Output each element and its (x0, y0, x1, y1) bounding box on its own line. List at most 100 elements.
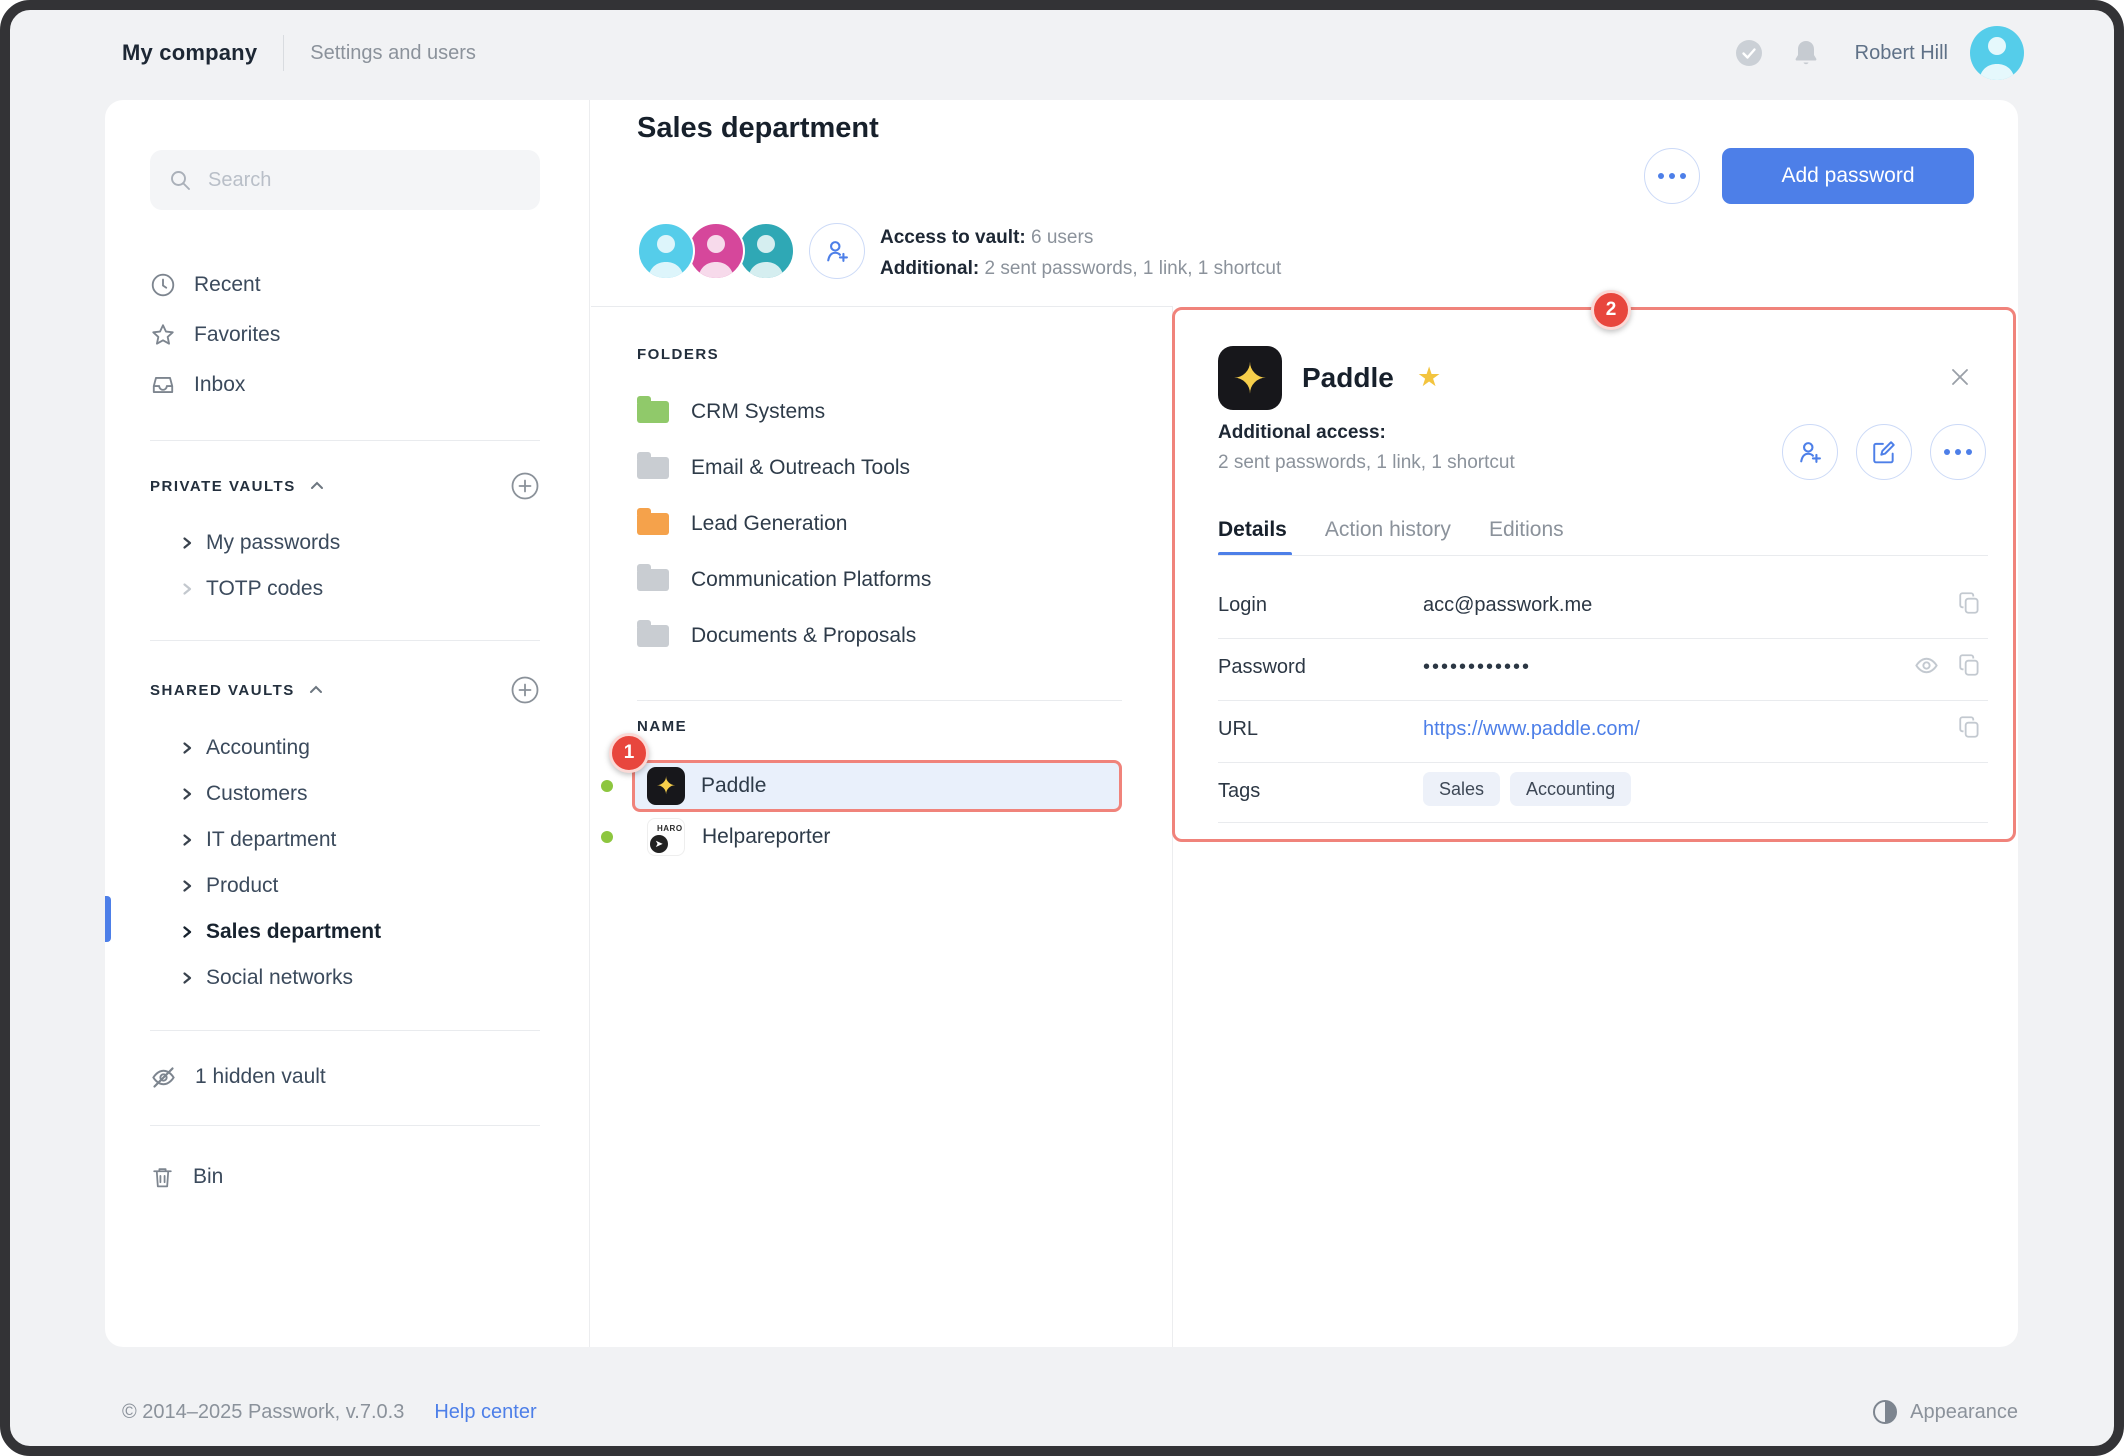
notifications-button[interactable] (1793, 39, 1819, 67)
topbar-divider (283, 35, 285, 71)
person-silhouette-icon (1979, 37, 2015, 80)
tag-sales[interactable]: Sales (1423, 772, 1501, 806)
password-label: Password (1218, 656, 1306, 678)
share-access-button[interactable] (1782, 424, 1838, 480)
private-vaults-label[interactable]: PRIVATE VAULTS (150, 478, 296, 495)
status-dot-green (601, 831, 613, 843)
appearance-toggle[interactable]: Appearance (1872, 1399, 2018, 1425)
record-more-actions-button[interactable] (1930, 424, 1986, 480)
login-value: acc@passwork.me (1423, 594, 1593, 616)
sidebar-item-favorites[interactable]: Favorites (150, 310, 540, 360)
help-center-link[interactable]: Help center (434, 1401, 536, 1424)
favorite-star-icon[interactable]: ★ (1417, 362, 1441, 393)
sidebar-item-product[interactable]: Product (180, 863, 540, 909)
url-label: URL (1218, 718, 1259, 740)
status-dot-green (601, 780, 613, 792)
sidebar-item-social-networks[interactable]: Social networks (180, 955, 540, 1001)
folder-email-outreach-tools[interactable]: Email & Outreach Tools (637, 448, 1117, 488)
folder-lead-generation[interactable]: Lead Generation (637, 504, 1117, 544)
collapse-section-button[interactable] (308, 477, 326, 495)
add-password-button[interactable]: Add password (1722, 148, 1974, 204)
add-private-vault-button[interactable] (510, 471, 540, 501)
sidebar-divider (150, 440, 540, 441)
folder-icon (637, 396, 669, 423)
tab-action-history[interactable]: Action history (1325, 518, 1451, 542)
active-vault-indicator (105, 896, 111, 942)
vault-members (637, 222, 865, 280)
sidebar-item-inbox[interactable]: Inbox (150, 360, 540, 410)
copy-login-button[interactable] (1957, 590, 1983, 616)
person-silhouette-icon (698, 235, 734, 278)
folder-documents-proposals[interactable]: Documents & Proposals (637, 616, 1117, 656)
star-icon (152, 324, 174, 345)
password-item-paddle[interactable]: ✦ Paddle (632, 760, 1122, 812)
row-divider (1218, 822, 1988, 823)
additional-label: Additional: (880, 258, 980, 279)
copy-password-button[interactable] (1957, 652, 1983, 678)
current-user-name[interactable]: Robert Hill (1855, 42, 1948, 65)
sidebar-item-bin[interactable]: Bin (150, 1152, 540, 1202)
annotation-badge-1: 1 (609, 733, 649, 773)
folder-icon (637, 452, 669, 479)
hidden-vaults-toggle[interactable]: 1 hidden vault (150, 1052, 540, 1102)
folder-icon (637, 564, 669, 591)
top-bar: My company Settings and users Robert Hil… (10, 10, 2114, 96)
close-details-button[interactable] (1945, 362, 1975, 392)
helpareporter-logo-icon: HARO ➤ (647, 818, 685, 856)
password-value: •••••••••••• (1423, 656, 1532, 678)
details-tabs: Details Action history Editions (1218, 518, 1602, 542)
edit-record-button[interactable] (1856, 424, 1912, 480)
row-divider (1218, 700, 1988, 701)
user-avatar[interactable] (1970, 26, 2024, 80)
folder-crm-systems[interactable]: CRM Systems (637, 392, 1117, 432)
sidebar-item-accounting[interactable]: Accounting (180, 725, 540, 771)
collapse-section-button[interactable] (307, 681, 325, 699)
tags-label: Tags (1218, 780, 1261, 802)
search-icon (171, 171, 190, 190)
clock-icon (151, 273, 175, 297)
sidebar-item-customers[interactable]: Customers (180, 771, 540, 817)
search-box[interactable] (150, 150, 540, 210)
tab-editions[interactable]: Editions (1489, 518, 1564, 542)
member-avatar[interactable] (637, 222, 695, 280)
private-vaults-header: PRIVATE VAULTS (150, 468, 540, 504)
tag-accounting[interactable]: Accounting (1510, 772, 1632, 806)
person-silhouette-icon (748, 235, 784, 278)
footer: © 2014–2025 Passwork, v.7.0.3 Help cente… (122, 1390, 2018, 1434)
invite-user-button[interactable] (809, 223, 865, 279)
plus-circle-icon (511, 472, 539, 500)
eye-icon (1915, 657, 1938, 674)
folder-communication-platforms[interactable]: Communication Platforms (637, 560, 1117, 600)
member-avatar[interactable] (687, 222, 745, 280)
tab-details[interactable]: Details (1218, 518, 1287, 542)
vault-more-actions-button[interactable] (1644, 148, 1700, 204)
annotation-badge-2: 2 (1591, 290, 1631, 330)
main-card: Recent Favorites Inbox PRIVATE VAULTS (105, 100, 2018, 1347)
app-window: My company Settings and users Robert Hil… (0, 0, 2124, 1456)
url-value-link[interactable]: https://www.paddle.com/ (1423, 718, 1640, 741)
company-name: My company (122, 40, 258, 65)
shared-vaults-label[interactable]: SHARED VAULTS (150, 682, 295, 699)
sidebar-item-recent[interactable]: Recent (150, 260, 540, 310)
chevron-right-icon (183, 972, 192, 984)
copy-url-button[interactable] (1957, 714, 1983, 740)
sidebar-item-it-department[interactable]: IT department (180, 817, 540, 863)
edit-pencil-icon (1873, 441, 1895, 464)
sidebar-item-my-passwords[interactable]: My passwords (180, 520, 540, 566)
chevron-up-icon (309, 685, 322, 693)
folders-section-label: FOLDERS (637, 346, 720, 363)
folder-icon (637, 508, 669, 535)
sidebar-item-sales-department[interactable]: Sales department (180, 909, 540, 955)
paddle-logo-icon: ✦ (647, 767, 685, 805)
tasks-check-button[interactable] (1735, 39, 1763, 67)
reveal-password-button[interactable] (1913, 652, 1940, 679)
paddle-logo-icon: ✦ (1218, 346, 1282, 410)
password-item-helpareporter[interactable]: HARO ➤ Helpareporter (632, 811, 1122, 863)
settings-and-users-link[interactable]: Settings and users (310, 42, 476, 65)
member-avatar[interactable] (737, 222, 795, 280)
sidebar-item-totp-codes[interactable]: TOTP codes (180, 566, 540, 612)
add-shared-vault-button[interactable] (510, 675, 540, 705)
trash-icon (153, 1167, 172, 1187)
sidebar-divider (150, 1030, 540, 1031)
search-input[interactable] (206, 167, 510, 193)
